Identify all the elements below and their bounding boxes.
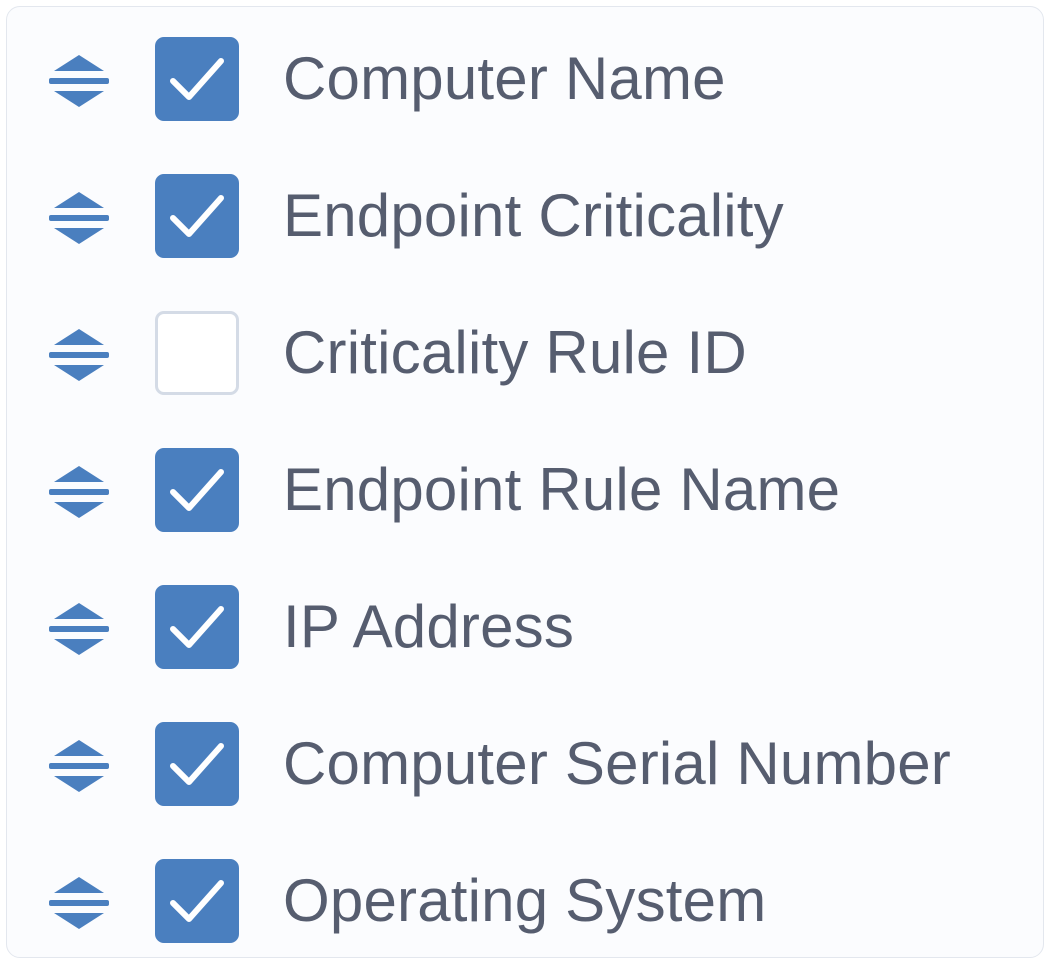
column-item-ip-address[interactable]: IP Address xyxy=(7,559,1043,695)
column-checkbox[interactable] xyxy=(155,722,239,806)
checkmark-icon xyxy=(170,195,224,237)
drag-handle-icon[interactable] xyxy=(47,51,111,111)
column-checkbox[interactable] xyxy=(155,174,239,258)
column-label: Endpoint Criticality xyxy=(283,182,784,249)
column-item-criticality-rule-id[interactable]: Criticality Rule ID xyxy=(7,285,1043,421)
checkmark-icon xyxy=(170,606,224,648)
column-item-operating-system[interactable]: Operating System xyxy=(7,833,1043,969)
checkmark-icon xyxy=(170,743,224,785)
column-checkbox[interactable] xyxy=(155,585,239,669)
column-checkbox[interactable] xyxy=(155,311,239,395)
column-label: IP Address xyxy=(283,593,575,660)
drag-handle-icon[interactable] xyxy=(47,462,111,522)
column-label: Computer Name xyxy=(283,45,726,112)
column-item-computer-serial-number[interactable]: Computer Serial Number xyxy=(7,696,1043,832)
checkmark-icon xyxy=(170,880,224,922)
column-checkbox[interactable] xyxy=(155,448,239,532)
column-item-computer-name[interactable]: Computer Name xyxy=(7,11,1043,147)
column-checkbox[interactable] xyxy=(155,37,239,121)
column-checkbox[interactable] xyxy=(155,859,239,943)
drag-handle-icon[interactable] xyxy=(47,599,111,659)
checkmark-icon xyxy=(170,469,224,511)
column-chooser-panel: Computer Name Endpoint Criticality Criti… xyxy=(6,6,1044,958)
drag-handle-icon[interactable] xyxy=(47,736,111,796)
checkmark-icon xyxy=(170,58,224,100)
column-label: Operating System xyxy=(283,867,767,934)
column-item-endpoint-rule-name[interactable]: Endpoint Rule Name xyxy=(7,422,1043,558)
drag-handle-icon[interactable] xyxy=(47,873,111,933)
column-label: Computer Serial Number xyxy=(283,730,951,797)
drag-handle-icon[interactable] xyxy=(47,325,111,385)
column-label: Criticality Rule ID xyxy=(283,319,747,386)
drag-handle-icon[interactable] xyxy=(47,188,111,248)
column-label: Endpoint Rule Name xyxy=(283,456,841,523)
column-item-endpoint-criticality[interactable]: Endpoint Criticality xyxy=(7,148,1043,284)
